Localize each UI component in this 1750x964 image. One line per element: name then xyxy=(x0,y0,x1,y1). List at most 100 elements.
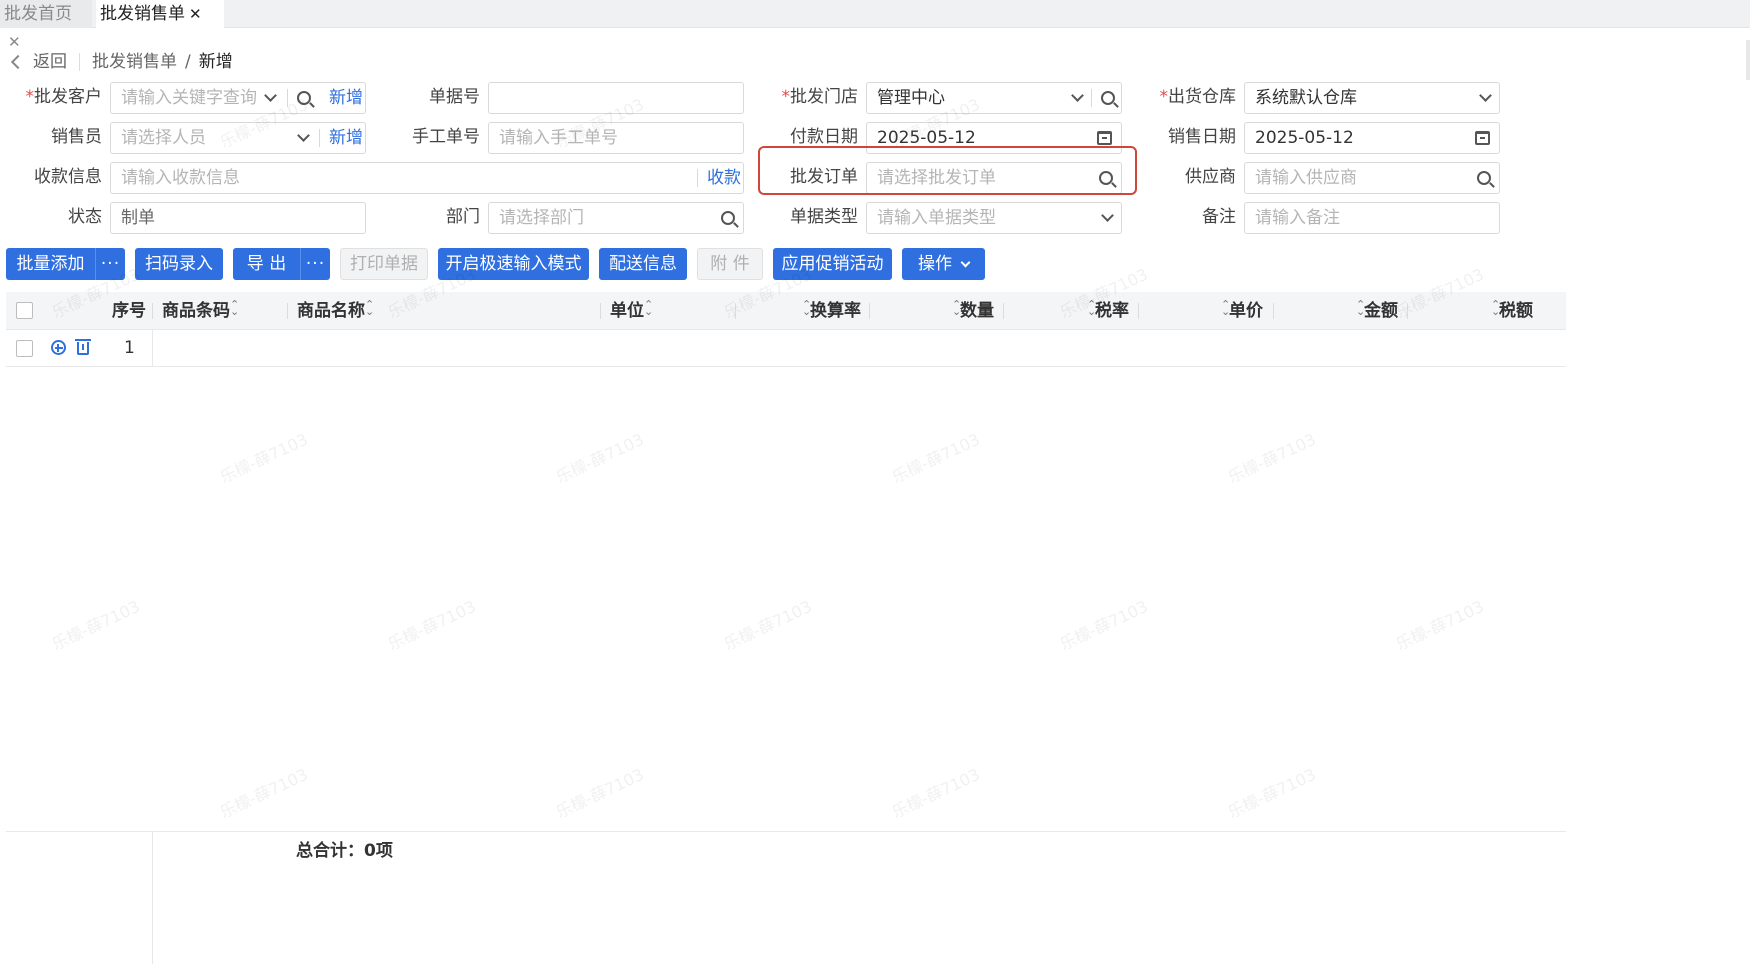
sort-icon: ⌃ ⌄ xyxy=(1356,298,1366,318)
column-header-name[interactable]: 商品名称⌃ ⌄ xyxy=(297,292,374,330)
store-select[interactable]: 管理中心 xyxy=(866,82,1122,114)
divider xyxy=(1273,303,1274,319)
manual-no-input[interactable]: 请输入手工单号 xyxy=(488,122,744,154)
tab-label: 批发首页 xyxy=(4,4,72,24)
column-header-conversion[interactable]: ⌃ ⌄换算率 xyxy=(802,292,861,330)
delivery-info-button[interactable]: 配送信息 xyxy=(599,248,687,280)
chevron-left-icon[interactable] xyxy=(10,54,26,70)
chevron-down-icon xyxy=(960,257,971,268)
customer-label: *批发客户 xyxy=(25,87,103,107)
receipt-input[interactable]: 请输入收款信息 收款 xyxy=(110,162,744,194)
column-header-quantity[interactable]: ⌃ ⌄数量 xyxy=(952,292,994,330)
tab-label: 批发销售单 xyxy=(100,4,185,24)
divider xyxy=(1091,89,1092,107)
sort-icon: ⌃ ⌄ xyxy=(644,298,654,318)
row-index: 1 xyxy=(124,338,135,358)
doc-no-field[interactable] xyxy=(488,82,744,114)
remark-label: 备注 xyxy=(1202,207,1236,227)
back-link[interactable]: 返回 xyxy=(33,50,67,74)
column-header-unit[interactable]: 单位⌃ ⌄ xyxy=(610,292,654,330)
select-all-checkbox[interactable] xyxy=(16,302,33,319)
export-more-button[interactable]: ··· xyxy=(300,248,330,280)
operations-dropdown-button[interactable]: 操作 xyxy=(902,248,985,280)
sort-icon: ⌃ ⌄ xyxy=(1087,298,1097,318)
divider xyxy=(600,303,601,319)
tab-wholesale-sales-order[interactable]: 批发销售单 ✕ xyxy=(96,0,224,28)
chevron-down-icon[interactable] xyxy=(1071,89,1084,102)
watermark: 乐檬-薛7103 xyxy=(1225,429,1319,487)
sale-date-picker[interactable]: 2025-05-12 xyxy=(1244,122,1500,154)
warehouse-label: *出货仓库 xyxy=(1159,87,1237,107)
doc-type-select[interactable]: 请输入单据类型 xyxy=(866,202,1122,234)
column-header-unit-price[interactable]: ⌃ ⌄单价 xyxy=(1221,292,1263,330)
store-value: 管理中心 xyxy=(877,88,945,108)
sort-icon: ⌃ ⌄ xyxy=(802,298,812,318)
batch-add-more-button[interactable]: ··· xyxy=(95,248,125,280)
calendar-icon[interactable] xyxy=(1097,131,1112,145)
breadcrumb-parent[interactable]: 批发销售单 xyxy=(92,50,177,74)
search-icon[interactable] xyxy=(721,211,735,225)
watermark: 乐檬-薛7103 xyxy=(49,596,143,654)
watermark: 乐檬-薛7103 xyxy=(217,764,311,822)
divider xyxy=(1003,303,1004,319)
chevron-down-icon[interactable] xyxy=(1479,89,1492,102)
add-salesperson-button[interactable]: 新增 xyxy=(329,123,363,153)
table-header: 序号 商品条码⌃ ⌄ 商品名称⌃ ⌄ 单位⌃ ⌄ ⌃ ⌄换算率 ⌃ ⌄数量 ⌃ ⌄税率 ⌃ ⌄… xyxy=(6,292,1566,330)
close-icon[interactable]: ✕ xyxy=(189,5,202,23)
tab-wholesale-home[interactable]: 批发首页 ✕ xyxy=(0,0,92,51)
scan-entry-button[interactable]: 扫码录入 xyxy=(135,248,223,280)
divider xyxy=(287,89,288,107)
watermark: 乐檬-薛7103 xyxy=(553,764,647,822)
attachment-button[interactable]: 附 件 xyxy=(697,248,763,280)
divider xyxy=(697,169,698,187)
row-checkbox[interactable] xyxy=(16,340,33,357)
search-icon[interactable] xyxy=(1477,171,1491,185)
watermark: 乐檬-薛7103 xyxy=(889,429,983,487)
store-label: *批发门店 xyxy=(781,87,859,107)
column-header-tax-rate[interactable]: ⌃ ⌄税率 xyxy=(1087,292,1129,330)
fast-input-mode-button[interactable]: 开启极速输入模式 xyxy=(438,248,589,280)
divider xyxy=(735,303,736,319)
customer-field[interactable]: 请输入关键字查询 新增 xyxy=(110,82,366,114)
chevron-down-icon[interactable] xyxy=(297,129,310,142)
sort-icon: ⌃ ⌄ xyxy=(1491,298,1501,318)
salesperson-placeholder: 请选择人员 xyxy=(121,128,206,148)
supplier-field[interactable]: 请输入供应商 xyxy=(1244,162,1500,194)
calendar-icon[interactable] xyxy=(1475,131,1490,145)
breadcrumb-current: 新增 xyxy=(198,52,233,72)
scrollbar[interactable] xyxy=(1746,40,1750,80)
export-button[interactable]: 导 出 ··· xyxy=(233,248,330,280)
dept-field[interactable]: 请选择部门 xyxy=(488,202,744,234)
collect-payment-button[interactable]: 收款 xyxy=(707,163,741,193)
watermark: 乐檬-薛7103 xyxy=(1057,596,1151,654)
divider xyxy=(1407,303,1408,319)
customer-placeholder: 请输入关键字查询 xyxy=(121,88,257,108)
column-header-tax-amount[interactable]: ⌃ ⌄税额 xyxy=(1491,292,1533,330)
doc-type-label: 单据类型 xyxy=(790,207,858,227)
close-icon[interactable]: ✕ xyxy=(8,33,21,51)
sort-icon: ⌃ ⌄ xyxy=(952,298,962,318)
search-icon[interactable] xyxy=(297,91,311,105)
divider xyxy=(869,303,870,319)
salesperson-field[interactable]: 请选择人员 新增 xyxy=(110,122,366,154)
batch-add-button[interactable]: 批量添加 ··· xyxy=(6,248,125,280)
add-customer-button[interactable]: 新增 xyxy=(329,83,363,113)
add-row-icon[interactable] xyxy=(51,340,66,355)
watermark: 乐檬-薛7103 xyxy=(1225,764,1319,822)
delete-row-icon[interactable] xyxy=(75,339,91,355)
supplier-label: 供应商 xyxy=(1185,167,1236,187)
apply-promotion-button[interactable]: 应用促销活动 xyxy=(773,248,892,280)
column-header-amount[interactable]: ⌃ ⌄金额 xyxy=(1356,292,1398,330)
search-icon[interactable] xyxy=(1101,91,1115,105)
total-summary: 总合计：0项 xyxy=(296,841,393,861)
breadcrumb: 返回 批发销售单 / 新增 xyxy=(10,50,233,74)
watermark: 乐檬-薛7103 xyxy=(1393,596,1487,654)
column-header-barcode[interactable]: 商品条码⌃ ⌄ xyxy=(162,292,239,330)
footer-divider xyxy=(6,831,1566,832)
chevron-down-icon[interactable] xyxy=(1101,209,1114,222)
chevron-down-icon[interactable] xyxy=(264,89,277,102)
remark-input[interactable]: 请输入备注 xyxy=(1244,202,1500,234)
sort-icon: ⌃ ⌄ xyxy=(1221,298,1231,318)
warehouse-select[interactable]: 系统默认仓库 xyxy=(1244,82,1500,114)
print-button[interactable]: 打印单据 xyxy=(340,248,428,280)
